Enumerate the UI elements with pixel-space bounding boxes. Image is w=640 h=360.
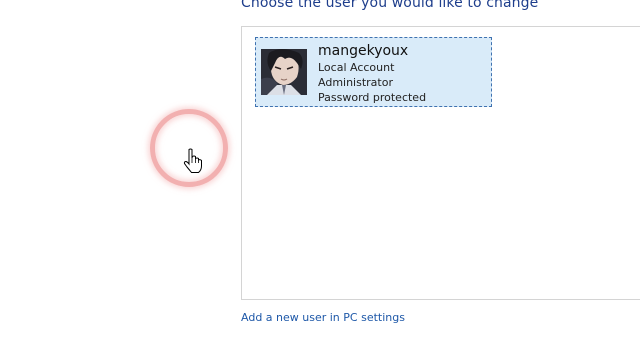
user-tile-mangekyoux[interactable]: mangekyoux Local Account Administrator P… bbox=[255, 37, 492, 107]
page-title: Choose the user you would like to change bbox=[241, 0, 539, 11]
account-role: Administrator bbox=[318, 76, 393, 89]
user-accounts-list: mangekyoux Local Account Administrator P… bbox=[241, 26, 640, 300]
user-info: mangekyoux Local Account Administrator P… bbox=[318, 42, 426, 105]
add-new-user-link[interactable]: Add a new user in PC settings bbox=[241, 311, 405, 324]
user-avatar bbox=[261, 49, 307, 95]
manage-accounts-page: Choose the user you would like to change… bbox=[0, 0, 640, 360]
click-highlight-ring bbox=[150, 109, 228, 187]
user-name: mangekyoux bbox=[318, 43, 409, 59]
account-type: Local Account bbox=[318, 61, 395, 74]
hand-pointer-icon bbox=[183, 148, 202, 173]
password-status: Password protected bbox=[318, 91, 427, 104]
avatar-picture bbox=[261, 49, 307, 95]
